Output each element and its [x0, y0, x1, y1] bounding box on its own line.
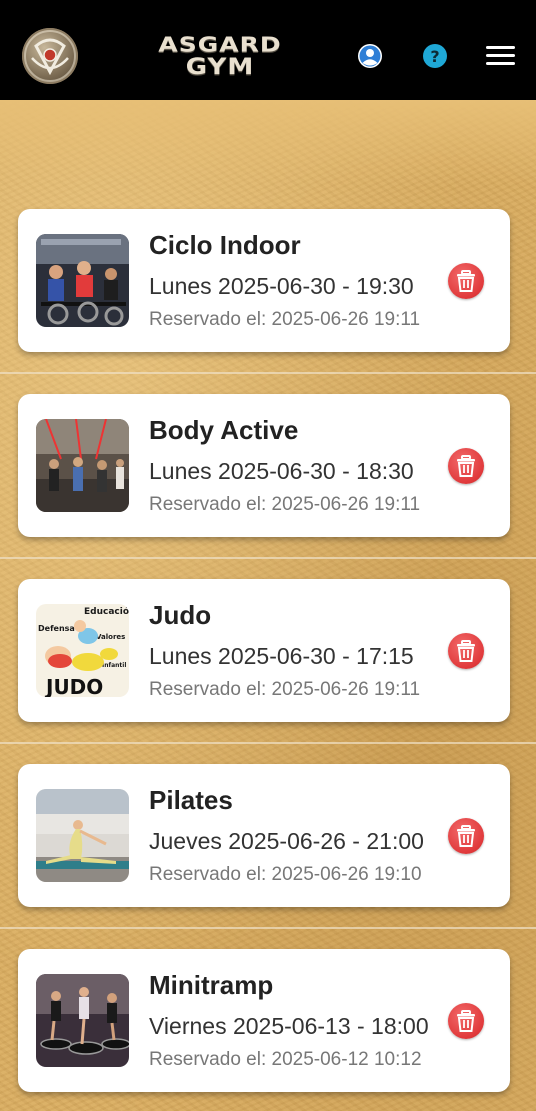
delete-booking-button[interactable] [448, 1003, 484, 1039]
booked-label: Reservado el: [149, 864, 267, 885]
booking-card[interactable]: Educación Defensa Valores Infantil JUDO … [18, 579, 510, 722]
booked-timestamp: 2025-06-26 19:10 [271, 864, 422, 885]
delete-booking-button[interactable] [448, 448, 484, 484]
background-fade [0, 100, 536, 185]
booked-timestamp: 2025-06-26 19:11 [271, 679, 421, 700]
class-datetime: Lunes 2025-06-30 - 18:30 [149, 458, 414, 484]
body-active-photo [36, 419, 129, 512]
brand-logo: ASGARD GYM [128, 34, 312, 80]
trash-icon [457, 270, 475, 292]
delete-booking-button[interactable] [448, 633, 484, 669]
ciclo-indoor-photo [36, 234, 129, 327]
app-header: ASGARD GYM ? [0, 0, 536, 100]
brand-name: ASGARD [158, 33, 282, 57]
delete-booking-button[interactable] [448, 818, 484, 854]
booked-label: Reservado el: [149, 494, 267, 515]
booking-card[interactable]: Pilates Jueves 2025-06-26 - 21:00 Reserv… [18, 764, 510, 907]
booked-at: Reservado el: 2025-06-12 10:12 [149, 1049, 422, 1071]
judo-text-infantil: Infantil [102, 662, 126, 669]
judo-text-educacion: Educación [84, 606, 129, 617]
trash-icon [457, 640, 475, 662]
trash-icon [457, 825, 475, 847]
class-name: Judo [149, 600, 212, 630]
class-datetime: Jueves 2025-06-26 - 21:00 [149, 828, 424, 854]
row-separator [0, 372, 536, 374]
trash-icon [457, 455, 475, 477]
booked-at: Reservado el: 2025-06-26 19:11 [149, 309, 420, 331]
brand-subname: GYM [185, 54, 255, 80]
class-name: Minitramp [149, 970, 274, 1000]
booked-at: Reservado el: 2025-06-26 19:10 [149, 864, 422, 886]
booking-row: Minitramp Viernes 2025-06-13 - 18:00 Res… [0, 949, 536, 1111]
booking-card[interactable]: Minitramp Viernes 2025-06-13 - 18:00 Res… [18, 949, 510, 1092]
booking-card[interactable]: Ciclo Indoor Lunes 2025-06-30 - 19:30 Re… [18, 209, 510, 352]
booking-card[interactable]: Body Active Lunes 2025-06-30 - 18:30 Res… [18, 394, 510, 537]
booking-row: Ciclo Indoor Lunes 2025-06-30 - 19:30 Re… [0, 209, 536, 394]
judo-text-valores: Valores [96, 633, 125, 641]
class-datetime: Lunes 2025-06-30 - 17:15 [149, 643, 414, 669]
class-name: Body Active [149, 415, 299, 445]
booked-timestamp: 2025-06-12 10:12 [271, 1049, 422, 1070]
minitramp-photo [36, 974, 129, 1067]
booked-label: Reservado el: [149, 309, 267, 330]
class-datetime: Lunes 2025-06-30 - 19:30 [149, 273, 414, 299]
booked-label: Reservado el: [149, 1049, 267, 1070]
judo-text-title: JUDO [44, 675, 103, 697]
trash-icon [457, 1010, 475, 1032]
row-separator [0, 742, 536, 744]
booking-row: Educación Defensa Valores Infantil JUDO … [0, 579, 536, 764]
booking-row: Body Active Lunes 2025-06-30 - 18:30 Res… [0, 394, 536, 579]
row-separator [0, 557, 536, 559]
pilates-photo [36, 789, 129, 882]
user-profile-icon[interactable] [357, 43, 383, 69]
bookings-list: Ciclo Indoor Lunes 2025-06-30 - 19:30 Re… [0, 209, 536, 1111]
judo-illustration: Educación Defensa Valores Infantil JUDO [36, 604, 129, 697]
booked-at: Reservado el: 2025-06-26 19:11 [149, 494, 420, 516]
booked-timestamp: 2025-06-26 19:11 [271, 494, 421, 515]
svg-text:?: ? [430, 47, 439, 66]
row-separator [0, 927, 536, 929]
judo-text-defensa: Defensa [38, 624, 75, 633]
delete-booking-button[interactable] [448, 263, 484, 299]
booked-at: Reservado el: 2025-06-26 19:11 [149, 679, 420, 701]
booked-label: Reservado el: [149, 679, 267, 700]
class-datetime: Viernes 2025-06-13 - 18:00 [149, 1013, 429, 1039]
class-name: Pilates [149, 785, 233, 815]
hamburger-menu-icon[interactable] [486, 45, 515, 67]
booked-timestamp: 2025-06-26 19:11 [271, 309, 421, 330]
help-icon[interactable]: ? [422, 43, 448, 69]
class-name: Ciclo Indoor [149, 230, 301, 260]
booking-row: Pilates Jueves 2025-06-26 - 21:00 Reserv… [0, 764, 536, 949]
gym-emblem-logo[interactable] [22, 28, 78, 84]
